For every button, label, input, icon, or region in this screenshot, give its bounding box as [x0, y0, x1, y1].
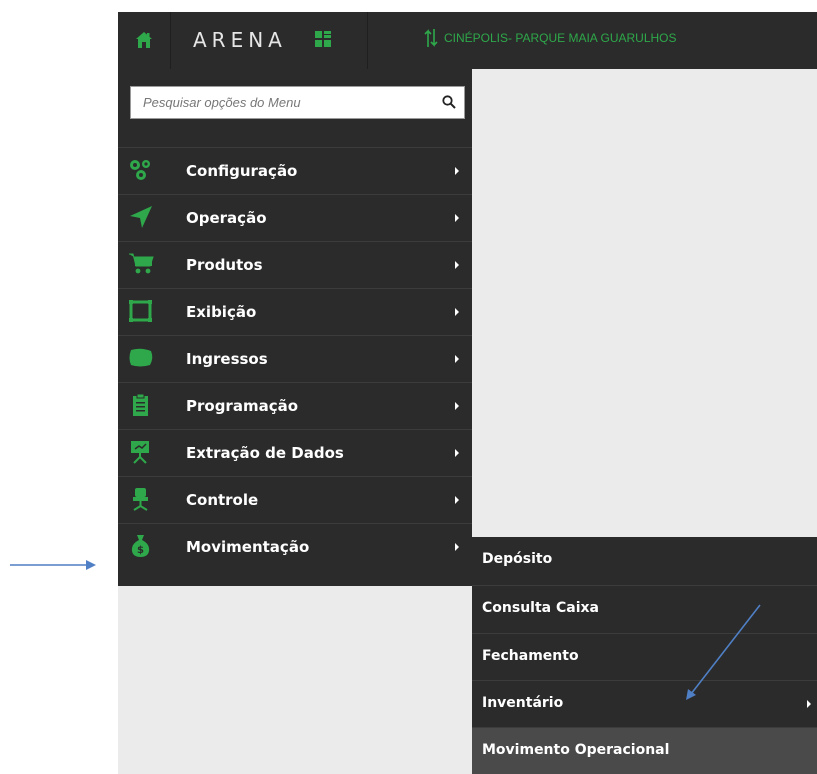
chevron-right-icon [455, 402, 459, 410]
sidebar-menu: Configuração Operação Produtos [118, 69, 472, 586]
menu-item-movimentacao[interactable]: $ Movimentação [118, 523, 472, 570]
content-area-lower [118, 586, 472, 774]
gears-icon [130, 160, 150, 180]
content-area [472, 69, 817, 537]
chevron-right-icon [455, 308, 459, 316]
chevron-right-icon [455, 261, 459, 269]
search-input[interactable] [143, 88, 433, 117]
menu-item-label: Extração de Dados [186, 444, 344, 462]
chevron-right-icon [455, 355, 459, 363]
submenu-item-fechamento[interactable]: Fechamento [472, 633, 817, 680]
menu-item-produtos[interactable]: Produtos [118, 241, 472, 288]
submenu-item-label: Fechamento [482, 648, 579, 664]
menu-item-label: Movimentação [186, 538, 310, 556]
chevron-right-icon [455, 449, 459, 457]
arena-logo[interactable]: ARENA [171, 12, 368, 69]
menu-item-exibicao[interactable]: Exibição [118, 288, 472, 335]
chevron-right-icon [455, 496, 459, 504]
chair-icon [133, 488, 148, 511]
top-bar: ARENA CINÉPOLIS- PARQUE MAIA GUARULHOS [118, 12, 817, 69]
menu-item-programacao[interactable]: Programação [118, 382, 472, 429]
menu-item-operacao[interactable]: Operação [118, 194, 472, 241]
submenu-item-movimento-operacional[interactable]: Movimento Operacional [472, 727, 817, 774]
menu-item-label: Configuração [186, 162, 298, 180]
chevron-right-icon [455, 543, 459, 551]
submenu-item-label: Consulta Caixa [482, 600, 599, 616]
menu-item-extracao-de-dados[interactable]: Extração de Dados [118, 429, 472, 476]
menu-item-configuracao[interactable]: Configuração [118, 147, 472, 194]
submenu-item-deposito[interactable]: Depósito [472, 537, 817, 584]
switch-arrows-icon[interactable] [424, 27, 438, 49]
submenu-item-label: Movimento Operacional [482, 742, 670, 758]
menu-item-label: Programação [186, 397, 299, 415]
submenu-item-inventario[interactable]: Inventário [472, 680, 817, 727]
location-arrow-icon [130, 206, 152, 228]
menu-item-label: Operação [186, 209, 267, 227]
arena-logo-mark [315, 31, 331, 47]
chevron-right-icon [807, 700, 811, 708]
menu-item-label: Controle [186, 491, 259, 509]
logo-text: ARENA [193, 28, 287, 52]
home-icon [136, 32, 152, 48]
menu-search [130, 86, 465, 119]
chevron-right-icon [455, 167, 459, 175]
search-icon[interactable] [442, 95, 456, 109]
menu-item-label: Produtos [186, 256, 263, 274]
annotation-arrow-left [10, 560, 96, 570]
cinema-selector[interactable]: CINÉPOLIS- PARQUE MAIA GUARULHOS [444, 31, 677, 45]
ticket-icon [129, 348, 153, 367]
clipboard-icon [133, 393, 148, 416]
presentation-board-icon [131, 441, 149, 464]
submenu-item-consulta-caixa[interactable]: Consulta Caixa [472, 585, 817, 632]
menu-item-controle[interactable]: Controle [118, 476, 472, 523]
movimentacao-submenu: Depósito Consulta Caixa Fechamento Inven… [472, 537, 817, 774]
chevron-right-icon [455, 214, 459, 222]
menu-item-label: Ingressos [186, 350, 268, 368]
menu-item-label: Exibição [186, 303, 257, 321]
cart-icon [129, 253, 154, 274]
menu-item-ingressos[interactable]: Ingressos [118, 335, 472, 382]
svg-text:$: $ [137, 545, 144, 556]
submenu-item-label: Inventário [482, 695, 564, 711]
money-bag-icon: $ [131, 535, 150, 557]
screen-frame-icon [129, 300, 152, 322]
home-button[interactable] [118, 12, 171, 69]
submenu-item-label: Depósito [482, 551, 553, 567]
